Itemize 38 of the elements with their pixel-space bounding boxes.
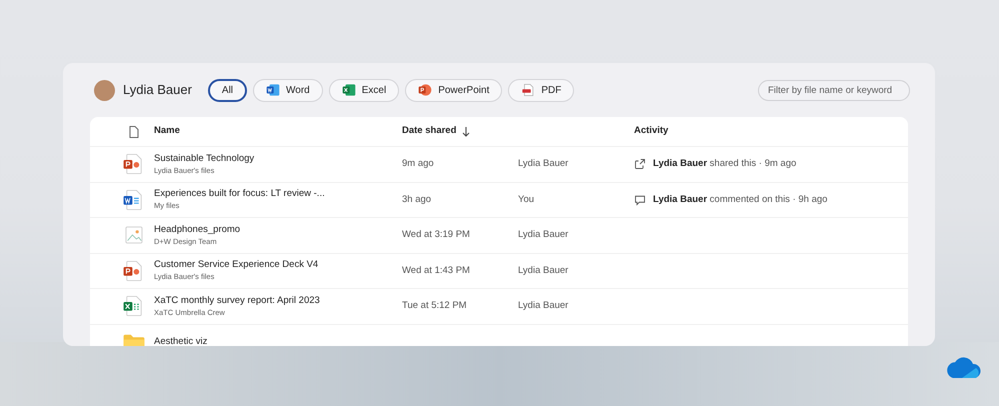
file-name: Aesthetic viz xyxy=(154,336,208,346)
activity-text: Lydia Bauer commented on this · 9h ago xyxy=(653,192,828,207)
shared-by: You xyxy=(518,192,536,207)
comment-icon xyxy=(634,194,646,206)
activity-text: Lydia Bauer shared this · 9m ago xyxy=(653,157,796,172)
filter-chip[interactable]: Word xyxy=(253,78,323,102)
date-shared: 3h ago xyxy=(402,192,432,207)
file-name: Customer Service Experience Deck V4 xyxy=(154,259,320,272)
date-shared: Wed at 1:43 PM xyxy=(402,264,471,278)
filter-chip[interactable]: All xyxy=(208,78,248,102)
file-name: XaTC monthly survey report: April 2023 xyxy=(154,294,321,307)
file-name: Headphones_promo xyxy=(154,224,242,236)
column-header[interactable]: Activity xyxy=(634,124,668,139)
file-name: Sustainable Technology xyxy=(154,152,256,165)
shared-by: Lydia Bauer xyxy=(518,264,570,278)
powerpoint-icon xyxy=(418,83,432,97)
file-name: Experiences built for focus: LT review -... xyxy=(154,188,326,200)
filter-field[interactable]: Filter by file name or keyword xyxy=(758,80,910,100)
shared-by: Lydia Bauer xyxy=(518,299,570,314)
filter-chip[interactable]: Excel xyxy=(328,78,400,102)
excel-icon xyxy=(342,83,356,97)
user-name: Lydia Bauer xyxy=(123,81,192,100)
date-shared: 9m ago xyxy=(402,157,435,172)
column-header[interactable]: Date shared xyxy=(402,124,456,139)
share-icon xyxy=(634,158,646,170)
file-icon xyxy=(129,126,139,138)
column-header[interactable]: Name xyxy=(154,124,402,139)
file-row[interactable]: Aesthetic viz xyxy=(90,324,908,346)
sort-down-icon xyxy=(462,126,470,136)
pdf-icon xyxy=(521,83,536,97)
date-shared: Tue at 5:12 PM xyxy=(402,299,468,314)
avatar xyxy=(94,80,115,100)
filter-chip[interactable]: PDF xyxy=(508,78,574,102)
shared-by: Lydia Bauer xyxy=(518,157,570,172)
shared-by: Lydia Bauer xyxy=(518,228,570,242)
word-icon xyxy=(266,83,280,97)
filter-chip[interactable]: PowerPoint xyxy=(405,78,502,102)
date-shared: Wed at 3:19 PM xyxy=(402,228,471,242)
